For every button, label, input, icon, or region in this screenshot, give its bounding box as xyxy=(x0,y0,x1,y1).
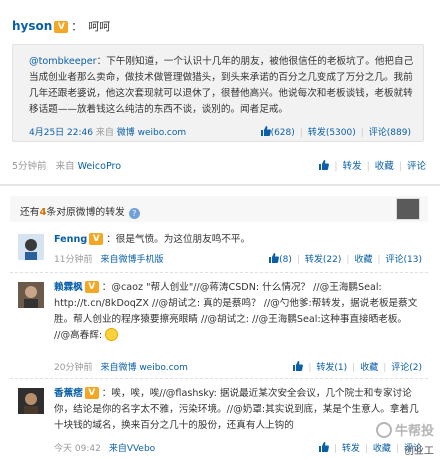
forward-item: Fenng V ：很是气愤。为这位朋友鸣不平。 11分钟前 来自微博手机版 (8) | 转… xyxy=(10,232,428,273)
comment-link[interactable]: 评论(13) xyxy=(386,255,422,265)
post-meta: 5分钟前 来自 WeicoPro xyxy=(12,158,121,172)
quoted-author-mention[interactable]: @tombkeeper xyxy=(29,56,97,67)
verified-badge-icon: V xyxy=(89,233,104,245)
quoted-post-time[interactable]: 4月25日 22:46 xyxy=(29,128,93,138)
favorite-link[interactable]: 收藏 xyxy=(360,363,378,373)
forward-text: 香蕉痞 V ：唉，唉，唉//@flashsky: 据说最近某次安全会议，几个院士和专… xyxy=(54,387,419,431)
avatar[interactable] xyxy=(18,234,44,260)
thumbs-up-icon xyxy=(292,361,304,371)
forward-meta: 20分钟前 来自微博 weibo.com xyxy=(54,360,188,373)
forward-source[interactable]: 来自VVebo xyxy=(109,444,155,454)
avatar[interactable] xyxy=(18,388,44,414)
quoted-like-button[interactable]: (628) xyxy=(260,126,295,138)
like-button[interactable] xyxy=(292,361,304,373)
post-actions: | 转发 | 收藏 | 评论 xyxy=(318,158,426,172)
forward-source[interactable]: 来自微博 weibo.com xyxy=(100,363,187,373)
thumbs-up-icon xyxy=(260,126,271,136)
author-name-link[interactable]: hyson xyxy=(12,19,52,33)
post-source[interactable]: WeicoPro xyxy=(78,161,121,172)
watermark-logo-icon xyxy=(375,422,392,438)
favorite-link[interactable]: 收藏 xyxy=(354,255,372,265)
thumbs-up-icon xyxy=(268,253,280,263)
quoted-post-meta: 4月25日 22:46 来自 微博 weibo.com xyxy=(29,125,186,138)
post-source-prefix: 来自 xyxy=(55,161,75,172)
verified-badge-icon: V xyxy=(84,281,99,293)
forward-author-name[interactable]: Fenng xyxy=(54,234,87,245)
forward-time[interactable]: 今天 09:42 xyxy=(54,444,101,454)
forward-actions: (8) | 转发(22) | 收藏 | 评论(13) xyxy=(268,252,422,265)
watermark-subtext: 创业工 xyxy=(404,446,434,457)
forward-text: Fenng V ：很是气愤。为这位朋友鸣不平。 xyxy=(54,233,251,245)
forward-text: 赖霖枫 V ：@caoz "帮人创业"//@蒋涛CSDN: 什么情况？ //@王海鹏… xyxy=(54,281,418,341)
emoji-icon xyxy=(105,328,119,341)
forward-link[interactable]: 转发(22) xyxy=(305,255,341,265)
thumbs-up-icon xyxy=(318,160,330,170)
forward-link[interactable]: 转发(1) xyxy=(316,363,347,373)
forward-meta: 今天 09:42 来自VVebo xyxy=(54,441,155,454)
post-time[interactable]: 5分钟前 xyxy=(12,161,47,172)
original-author-avatar[interactable] xyxy=(396,198,420,220)
forward-time[interactable]: 20分钟前 xyxy=(54,363,92,373)
forward-time[interactable]: 11分钟前 xyxy=(54,255,92,265)
forwards-header: 还有4条对原微博的转发? xyxy=(10,196,428,222)
avatar[interactable] xyxy=(18,282,44,308)
help-icon[interactable]: ? xyxy=(128,208,140,219)
favorite-link[interactable]: 收藏 xyxy=(373,444,391,454)
quoted-post: @tombkeeper：下午刚知道，一个认识十几年的朋友，被他很信任的老板坑了。… xyxy=(12,44,424,142)
item-divider xyxy=(10,378,428,379)
forward-author-name[interactable]: 赖霖枫 xyxy=(54,282,83,293)
quoted-post-source[interactable]: 微博 weibo.com xyxy=(117,128,186,138)
quoted-source-prefix: 来自 xyxy=(95,128,114,138)
post-author-line: hyson V：呵呵 xyxy=(12,19,111,33)
quoted-forward-link[interactable]: 转发(5300) xyxy=(308,128,356,138)
forward-meta: 11分钟前 来自微博手机版 xyxy=(54,252,163,265)
quoted-post-actions: (628) | 转发(5300) | 评论(889) xyxy=(260,125,411,138)
section-divider xyxy=(0,184,440,186)
post-comment-link[interactable]: 评论 xyxy=(407,161,426,172)
like-button[interactable] xyxy=(318,442,329,454)
like-button[interactable]: (8) xyxy=(268,253,292,265)
forward-author-name[interactable]: 香蕉痞 xyxy=(54,388,83,399)
forward-actions: | 转发(1) | 收藏 | 评论(2) xyxy=(292,360,422,373)
quoted-post-text: @tombkeeper：下午刚知道，一个认识十几年的朋友，被他很信任的老板坑了。… xyxy=(29,54,414,118)
thumbs-up-icon xyxy=(318,442,329,452)
post-like-button[interactable] xyxy=(318,160,330,172)
watermark: 牛帮投 xyxy=(375,420,434,439)
verified-badge-icon: V xyxy=(54,21,69,33)
post-favorite-link[interactable]: 收藏 xyxy=(375,161,394,172)
forward-source[interactable]: 来自微博手机版 xyxy=(100,255,163,265)
post-forward-link[interactable]: 转发 xyxy=(343,161,362,172)
verified-badge-icon: V xyxy=(84,387,99,399)
weibo-post: hyson V：呵呵 @tombkeeper：下午刚知道，一个认识十几年的朋友，被… xyxy=(0,0,440,190)
forward-item: 赖霖枫 V ：@caoz "帮人创业"//@蒋涛CSDN: 什么情况？ //@王海鹏… xyxy=(10,280,428,379)
forwards-title: 还有4条对原微博的转发? xyxy=(20,204,140,219)
comment-link[interactable]: 评论(2) xyxy=(391,363,422,373)
item-divider xyxy=(10,272,428,273)
forward-link[interactable]: 转发 xyxy=(342,444,360,454)
quoted-comment-link[interactable]: 评论(889) xyxy=(369,128,411,138)
post-text: 呵呵 xyxy=(88,20,111,33)
forward-item: 香蕉痞 V ：唉，唉，唉//@flashsky: 据说最近某次安全会议，几个院士和专… xyxy=(10,386,428,456)
